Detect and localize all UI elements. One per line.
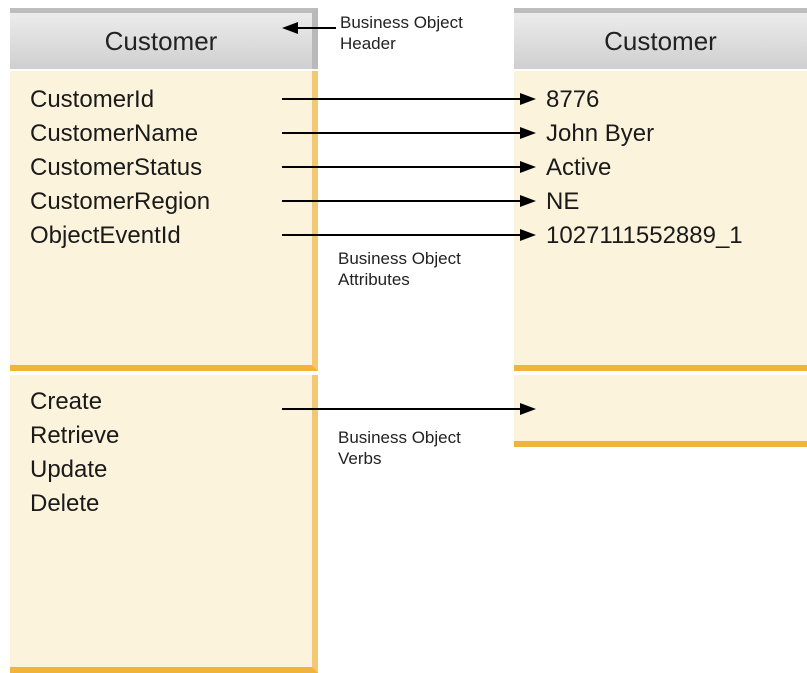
attribute-arrowhead bbox=[520, 93, 536, 105]
connector-arrows bbox=[282, 22, 536, 415]
header-pointer-arrowhead bbox=[282, 22, 298, 34]
verb-arrowhead bbox=[520, 403, 536, 415]
attribute-arrowhead bbox=[520, 127, 536, 139]
attribute-arrowhead bbox=[520, 161, 536, 173]
attribute-arrowhead bbox=[520, 229, 536, 241]
attribute-arrowhead bbox=[520, 195, 536, 207]
